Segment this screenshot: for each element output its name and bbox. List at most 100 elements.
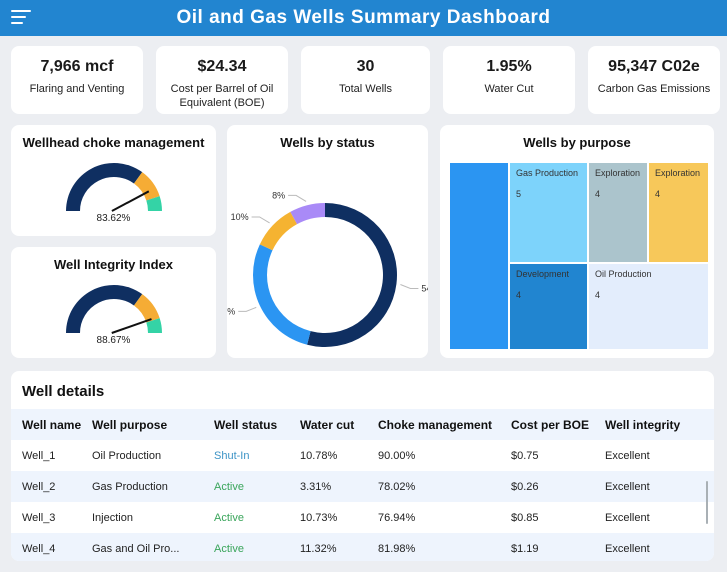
donut-label-line bbox=[251, 216, 270, 224]
kpi-card-flaring: 7,966 mcf Flaring and Venting bbox=[11, 46, 143, 114]
app-header: Oil and Gas Wells Summary Dashboard bbox=[0, 0, 727, 36]
wells-by-purpose-treemap: Gas Production 5 Exploration 4 Exploration 4 D… bbox=[450, 163, 708, 349]
table-cell: 11.32% bbox=[300, 533, 378, 561]
kpi-label: Cost per Barrel of Oil Equivalent (BOE) bbox=[170, 83, 274, 109]
gauge-value: 83.62% bbox=[96, 213, 131, 224]
kpi-label: Carbon Gas Emissions bbox=[597, 83, 711, 95]
table-row[interactable]: Well_4 Gas and Oil Pro... Active 11.32% 81.9… bbox=[11, 533, 714, 561]
gauge-value: 88.67% bbox=[96, 335, 131, 346]
table-cell: 90.00% bbox=[378, 449, 416, 462]
wells-by-status-card: Wells by status 54%28%10%8% bbox=[227, 125, 428, 358]
donut-data-label: 8% bbox=[272, 190, 285, 200]
table-row[interactable]: Well_2 Gas Production Active 3.31% 78.02% $0.… bbox=[11, 471, 714, 502]
table-cell: $0.75 bbox=[511, 449, 539, 462]
gauge-needle bbox=[111, 318, 152, 334]
table-cell: 78.02% bbox=[378, 471, 511, 502]
table-cell: Excellent bbox=[605, 449, 650, 462]
kpi-label: Flaring and Venting bbox=[29, 83, 125, 95]
table-cell: Well_4 bbox=[11, 533, 92, 561]
tile-label: Oil Production bbox=[595, 269, 652, 279]
chart-title: Wells by purpose bbox=[523, 135, 631, 150]
status-badge: Shut-In bbox=[214, 449, 250, 462]
donut-slice[interactable] bbox=[307, 203, 397, 347]
kpi-card-carbon-emissions: 95,347 C02e Carbon Gas Emissions bbox=[588, 46, 720, 114]
well-details-card: Well details Well name Well purpose Well… bbox=[11, 371, 714, 561]
well-details-table: Well name Well purpose Well status Water… bbox=[11, 409, 714, 561]
tile-label: Development bbox=[516, 269, 570, 279]
donut-slice[interactable] bbox=[259, 211, 298, 251]
table-cell: Excellent bbox=[605, 471, 714, 502]
table-cell: Excellent bbox=[605, 533, 714, 561]
table-cell: $0.26 bbox=[511, 471, 605, 502]
column-header[interactable]: Choke management bbox=[378, 409, 511, 440]
table-cell: Well_2 bbox=[11, 471, 92, 502]
table-cell: 81.98% bbox=[378, 533, 511, 561]
column-header[interactable]: Water cut bbox=[300, 409, 378, 440]
tile-value: 4 bbox=[595, 189, 601, 199]
gauge-card-integrity: Well Integrity Index 88.67% bbox=[11, 247, 216, 358]
kpi-value: $24.34 bbox=[197, 58, 247, 75]
kpi-value: 7,966 mcf bbox=[40, 58, 114, 75]
column-header[interactable]: Well name bbox=[11, 409, 92, 440]
table-cell: Well_1 bbox=[22, 449, 56, 462]
donut-label-line bbox=[238, 306, 257, 312]
kpi-card-total-wells: 30 Total Wells bbox=[301, 46, 430, 114]
donut-data-label: 10% bbox=[231, 212, 249, 222]
donut-slice[interactable] bbox=[253, 244, 311, 345]
table-cell: 10.73% bbox=[300, 511, 338, 524]
gauge-band-0 bbox=[66, 163, 143, 211]
table-header-row: Well name Well purpose Well status Water… bbox=[11, 409, 714, 440]
tile-label: Exploration bbox=[595, 168, 641, 178]
column-header[interactable]: Cost per BOE bbox=[511, 409, 605, 440]
donut-data-label: 28% bbox=[227, 306, 235, 316]
column-header[interactable]: Well purpose bbox=[92, 409, 214, 440]
treemap-tile[interactable] bbox=[450, 163, 508, 349]
tile-value: 5 bbox=[516, 189, 522, 199]
donut-slice[interactable] bbox=[290, 203, 325, 225]
page-title: Oil and Gas Wells Summary Dashboard bbox=[176, 7, 551, 28]
table-scrollbar[interactable] bbox=[706, 481, 708, 524]
donut-data-label: 54% bbox=[421, 284, 428, 294]
donut-label-line bbox=[400, 284, 419, 290]
table-cell: Gas Production bbox=[92, 471, 214, 502]
kpi-value: 30 bbox=[356, 58, 375, 75]
treemap-tile[interactable]: Gas Production 5 bbox=[510, 163, 587, 262]
table-cell: Excellent bbox=[605, 511, 650, 524]
tile-value: 4 bbox=[595, 290, 601, 300]
table-cell: Well_3 bbox=[22, 511, 56, 524]
status-badge: Active bbox=[214, 533, 300, 561]
wells-by-purpose-card: Wells by purpose Gas Production 5 Explorat… bbox=[440, 125, 714, 358]
tile-label: Exploration bbox=[655, 168, 701, 178]
status-badge: Active bbox=[214, 471, 300, 502]
gauge-card-choke: Wellhead choke management 83.62% bbox=[11, 125, 216, 236]
wells-by-status-donut: 54% 28% 10% 8% bbox=[227, 190, 428, 347]
table-cell: $1.19 bbox=[511, 533, 605, 561]
table-row[interactable]: Well_3 Injection Active 10.73% 76.94% $0.85 Ex… bbox=[11, 502, 714, 533]
table-cell: Gas and Oil Pro... bbox=[92, 533, 214, 561]
table-row[interactable]: Well_1 Oil Production Shut-In 10.78% 90.00% $… bbox=[11, 440, 714, 471]
tile-value: 4 bbox=[655, 189, 661, 199]
kpi-value: 95,347 C02e bbox=[608, 58, 700, 75]
kpi-card-cost-boe: $24.34 Cost per Barrel of Oil Equivalent… bbox=[156, 46, 288, 114]
column-header[interactable]: Well integrity bbox=[605, 409, 714, 440]
treemap-tile[interactable]: Oil Production 4 bbox=[589, 264, 708, 349]
status-badge: Active bbox=[214, 511, 244, 524]
table-cell: 3.31% bbox=[300, 471, 378, 502]
treemap-tile[interactable]: Exploration 4 bbox=[649, 163, 708, 262]
gauge-needle bbox=[111, 190, 150, 212]
table-cell: 10.78% bbox=[300, 449, 338, 462]
treemap-tile[interactable]: Exploration 4 bbox=[589, 163, 647, 262]
kpi-value: 1.95% bbox=[486, 58, 532, 75]
kpi-card-water-cut: 1.95% Water Cut bbox=[443, 46, 575, 114]
treemap-tile[interactable]: Development 4 bbox=[510, 264, 587, 349]
table-cell: Oil Production bbox=[92, 449, 162, 462]
table-cell: $0.85 bbox=[511, 511, 539, 524]
table-cell: Injection bbox=[92, 511, 133, 524]
kpi-label: Water Cut bbox=[484, 83, 534, 95]
tile-value: 4 bbox=[516, 290, 522, 300]
table-title: Well details bbox=[22, 383, 105, 400]
donut-label-line bbox=[288, 194, 307, 202]
kpi-label: Total Wells bbox=[339, 83, 392, 95]
column-header[interactable]: Well status bbox=[214, 409, 300, 440]
tile-label: Gas Production bbox=[516, 168, 579, 178]
